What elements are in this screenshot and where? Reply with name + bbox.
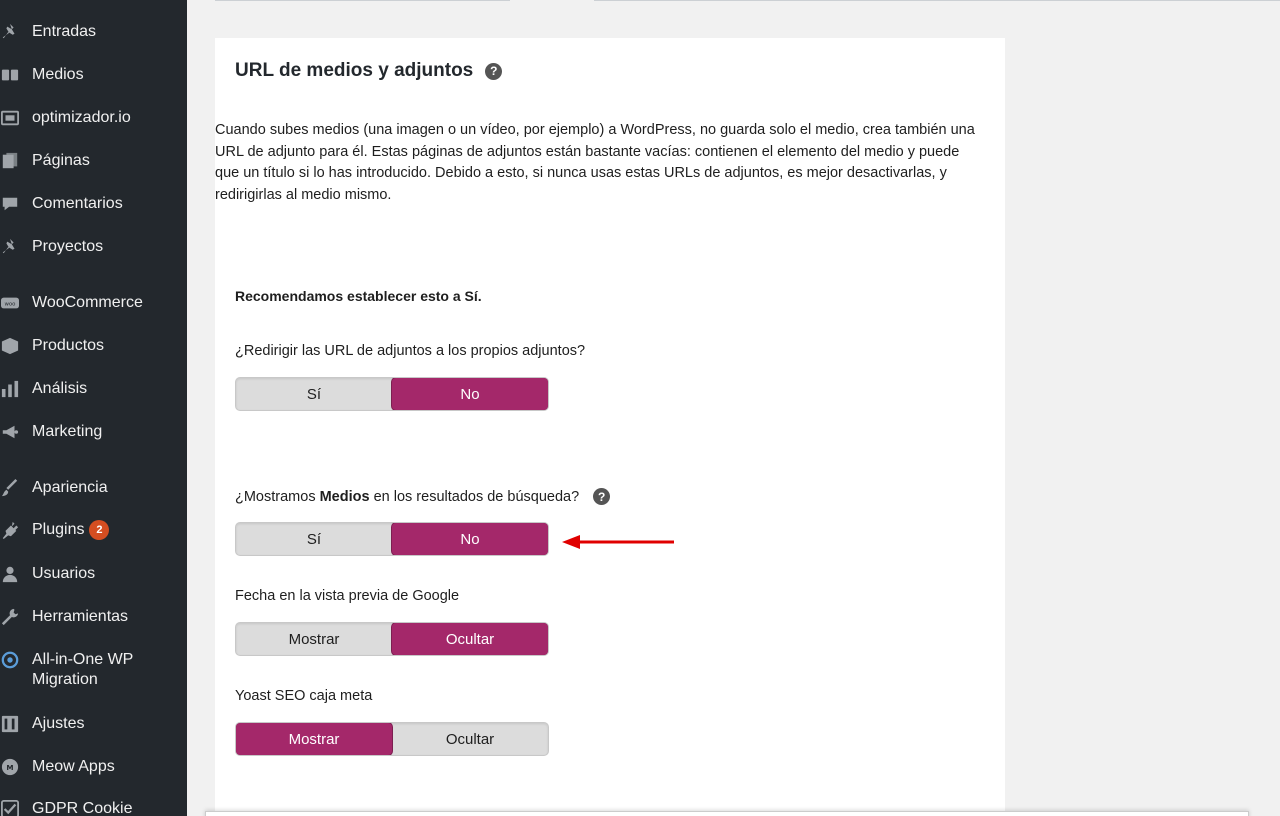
sidebar-item-proyectos[interactable]: Proyectos [0, 237, 187, 257]
admin-sidebar: Entradas Medios optimizador.io Páginas C… [0, 0, 187, 816]
pages-icon [0, 151, 20, 171]
svg-text:woo: woo [5, 302, 16, 308]
active-tab-indicator [510, 0, 594, 2]
sidebar-item-analisis[interactable]: Análisis [0, 379, 187, 399]
sidebar-item-entradas[interactable]: Entradas [0, 22, 187, 42]
show-media-label: ¿Mostramos Medios en los resultados de b… [235, 488, 611, 505]
update-count-badge: 2 [89, 520, 110, 540]
show-media-toggle[interactable]: Sí No [235, 522, 549, 556]
show-media-option-no[interactable]: No [392, 523, 548, 555]
redirect-option-yes[interactable]: Sí [236, 378, 392, 410]
show-media-label-bold: Medios [319, 488, 370, 505]
help-icon[interactable]: ? [593, 488, 611, 505]
sidebar-item-paginas[interactable]: Páginas [0, 151, 187, 171]
woo-icon: woo [0, 293, 20, 313]
red-arrow-icon [562, 535, 674, 549]
meta-box-option-show[interactable]: Mostrar [236, 723, 392, 755]
sidebar-item-productos[interactable]: Productos [0, 336, 187, 356]
section-title-text: URL de medios y adjuntos [235, 60, 474, 81]
brush-icon [0, 478, 20, 498]
date-preview-toggle[interactable]: Mostrar Ocultar [235, 622, 549, 656]
megaphone-icon [0, 422, 20, 442]
sidebar-item-comentarios[interactable]: Comentarios [0, 194, 187, 214]
help-icon[interactable]: ? [485, 62, 503, 80]
recommendation-text: Recomendamos establecer esto a Sí. [235, 288, 482, 304]
sidebar-item-woocommerce[interactable]: woo WooCommerce [0, 293, 187, 313]
meta-box-label: Yoast SEO caja meta [235, 688, 373, 704]
sidebar-item-gdpr-cookie[interactable]: GDPR Cookie [0, 799, 187, 816]
settings-icon [0, 714, 20, 734]
migration-icon [0, 650, 20, 670]
sidebar-item-medios[interactable]: Medios [0, 65, 187, 85]
products-icon [0, 336, 20, 356]
sidebar-item-meow-apps[interactable]: M Meow Apps [0, 757, 187, 777]
show-media-label-suffix: en los resultados de búsqueda? [369, 488, 580, 505]
meta-box-option-hide[interactable]: Ocultar [392, 723, 548, 755]
analytics-icon [0, 379, 20, 399]
redirect-attachments-toggle[interactable]: Sí No [235, 377, 549, 411]
sidebar-item-all-in-one-migration[interactable]: All-in-One WP Migration [0, 650, 170, 690]
section-title: URL de medios y adjuntos ? [235, 60, 503, 82]
media-icon [0, 65, 20, 85]
show-media-option-yes[interactable]: Sí [236, 523, 392, 555]
show-media-label-prefix: ¿Mostramos [235, 488, 320, 505]
check-icon [0, 799, 20, 816]
sidebar-item-plugins[interactable]: Plugins 2 [0, 520, 187, 540]
optimizer-icon [0, 108, 20, 128]
section-description: Cuando subes medios (una imagen o un víd… [215, 122, 975, 204]
wrench-icon [0, 607, 20, 627]
tabs-divider [215, 0, 1280, 1]
plugins-icon [0, 520, 20, 540]
date-preview-option-hide[interactable]: Ocultar [392, 623, 548, 655]
meta-box-toggle[interactable]: Mostrar Ocultar [235, 722, 549, 756]
pin-icon [0, 237, 20, 257]
users-icon [0, 564, 20, 584]
sidebar-item-apariencia[interactable]: Apariencia [0, 478, 187, 498]
sidebar-item-marketing[interactable]: Marketing [0, 422, 187, 442]
sidebar-item-label: Plugins [32, 521, 85, 539]
redirect-attachments-label: ¿Redirigir las URL de adjuntos a los pro… [235, 343, 586, 359]
redirect-option-no[interactable]: No [392, 378, 548, 410]
svg-text:M: M [6, 763, 13, 772]
meow-icon: M [0, 757, 20, 777]
bottom-panel [205, 811, 1249, 816]
date-preview-option-show[interactable]: Mostrar [236, 623, 392, 655]
date-preview-label: Fecha en la vista previa de Google [235, 588, 460, 604]
sidebar-item-usuarios[interactable]: Usuarios [0, 564, 187, 584]
sidebar-item-ajustes[interactable]: Ajustes [0, 714, 187, 734]
pin-icon [0, 22, 20, 42]
sidebar-item-herramientas[interactable]: Herramientas [0, 607, 187, 627]
sidebar-item-optimizador[interactable]: optimizador.io [0, 108, 187, 128]
comments-icon [0, 194, 20, 214]
